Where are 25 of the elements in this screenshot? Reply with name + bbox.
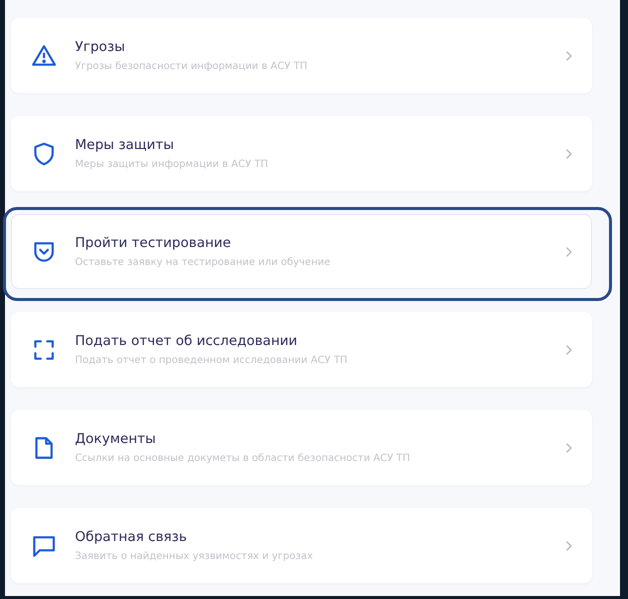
menu-card[interactable]: Документы Ссылки на основные докуметы в области безопасности АСУ ТП bbox=[11, 410, 592, 485]
card-subtitle: Меры защиты информации в АСУ ТП bbox=[75, 159, 269, 170]
chevron-right-icon bbox=[566, 148, 572, 158]
card-subtitle: Ссылки на основные докуметы в области безопасности АСУ ТП bbox=[75, 453, 412, 464]
warning-icon bbox=[31, 42, 57, 68]
chevron-right-icon bbox=[566, 344, 572, 354]
chevron-right-icon bbox=[566, 50, 572, 60]
card-title: Подать отчет об исследовании bbox=[75, 333, 298, 349]
chevron-right-icon bbox=[566, 540, 572, 550]
menu-card[interactable]: Угрозы Угрозы безопасности информации в АСУ ТП bbox=[11, 18, 592, 93]
chevron-right-icon bbox=[566, 246, 572, 256]
card-subtitle: Подать отчет о проведенном исследовании АСУ ТП bbox=[75, 355, 348, 366]
menu-card[interactable]: Обратная связь Заявить о найденных уязвимостях и угрозах bbox=[11, 508, 592, 583]
menu-card[interactable]: Подать отчет об исследовании Подать отчет о проведенном исследовании АСУ ТП bbox=[11, 312, 592, 387]
card-title: Документы bbox=[75, 431, 157, 447]
card-subtitle: Оставьте заявку на тестирование или обучение bbox=[75, 257, 332, 268]
card-title: Пройти тестирование bbox=[75, 235, 232, 251]
card-title: Обратная связь bbox=[75, 529, 188, 545]
chevron-right-icon bbox=[566, 442, 572, 452]
card-title: Угрозы bbox=[75, 39, 126, 55]
card-subtitle: Угрозы безопасности информации в АСУ ТП bbox=[75, 61, 308, 72]
card-title: Меры защиты bbox=[75, 137, 175, 153]
card-subtitle: Заявить о найденных уязвимостях и угрозах bbox=[75, 551, 314, 562]
menu-card[interactable]: Пройти тестирование Оставьте заявку на тестирование или обучение bbox=[11, 214, 592, 289]
menu-card[interactable]: Меры защиты Меры защиты информации в АСУ ТП bbox=[11, 116, 592, 191]
